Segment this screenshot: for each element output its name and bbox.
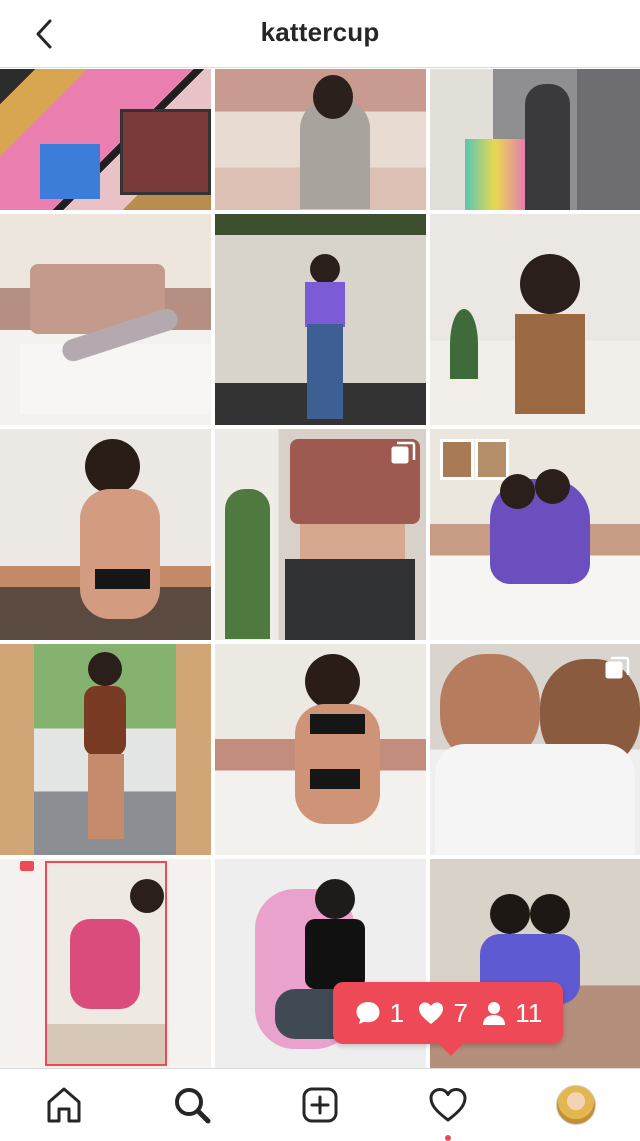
add-post-icon xyxy=(302,1087,338,1123)
post-tile[interactable] xyxy=(0,214,211,425)
comments-count-value: 1 xyxy=(389,997,405,1028)
profile-username-title: kattercup xyxy=(260,17,380,47)
nav-new-post[interactable] xyxy=(298,1083,342,1127)
post-tile[interactable] xyxy=(0,429,211,640)
post-tile[interactable] xyxy=(430,214,640,425)
post-tile[interactable] xyxy=(215,644,426,855)
heart-icon xyxy=(429,1088,467,1122)
activity-notification-bubble[interactable]: 1 7 11 xyxy=(333,982,563,1056)
post-tile[interactable] xyxy=(215,69,426,210)
multiple-photos-icon xyxy=(391,441,416,464)
post-tile[interactable] xyxy=(0,69,211,210)
likes-count-value: 7 xyxy=(453,997,468,1028)
posts-grid xyxy=(0,69,640,1070)
top-bar: kattercup xyxy=(0,0,640,68)
nav-home[interactable] xyxy=(42,1083,86,1127)
post-tile[interactable] xyxy=(0,859,211,1070)
post-tile[interactable] xyxy=(430,429,640,640)
post-tile[interactable] xyxy=(0,644,211,855)
post-tile[interactable] xyxy=(215,214,426,425)
home-icon xyxy=(47,1087,81,1123)
heart-icon xyxy=(419,1002,444,1024)
profile-avatar xyxy=(556,1085,596,1125)
activity-indicator-dot xyxy=(445,1135,451,1141)
post-tile[interactable] xyxy=(430,644,640,855)
post-tile[interactable] xyxy=(430,69,640,210)
likes-count: 7 xyxy=(417,997,468,1029)
comments-count: 1 xyxy=(354,998,404,1029)
nav-search[interactable] xyxy=(170,1083,214,1127)
person-icon xyxy=(483,1002,506,1025)
comment-icon xyxy=(356,1002,380,1024)
multiple-photos-icon xyxy=(605,656,630,679)
search-icon xyxy=(175,1088,211,1124)
post-tile[interactable] xyxy=(215,429,426,640)
nav-activity[interactable] xyxy=(426,1083,470,1141)
follows-count: 11 xyxy=(481,998,542,1029)
nav-profile[interactable] xyxy=(554,1083,598,1127)
bottom-navigation xyxy=(0,1068,640,1141)
follows-count-value: 11 xyxy=(515,997,543,1028)
